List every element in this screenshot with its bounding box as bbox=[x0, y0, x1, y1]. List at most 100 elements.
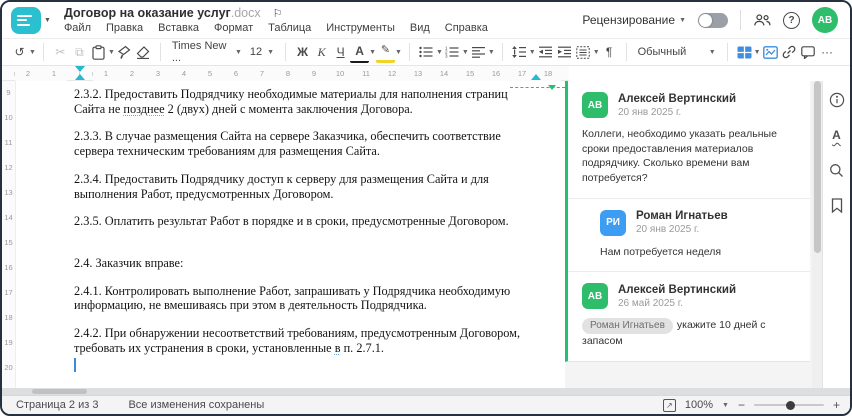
zoom-slider[interactable] bbox=[753, 400, 824, 410]
chevron-down-icon: ▼ bbox=[753, 48, 761, 56]
insert-table-button[interactable] bbox=[735, 42, 754, 63]
text-cursor bbox=[74, 358, 76, 372]
italic-button[interactable]: К bbox=[312, 42, 331, 63]
paragraph[interactable]: 2.4.2. При обнаружении несоответствий тр… bbox=[74, 326, 533, 355]
save-status: Все изменения сохранены bbox=[128, 399, 265, 411]
paragraph[interactable]: 2.3.4. Предоставить Подрядчику доступ к … bbox=[74, 172, 533, 201]
zoom-out-button[interactable]: − bbox=[738, 398, 745, 412]
info-icon[interactable] bbox=[828, 91, 846, 109]
decrease-indent-button[interactable] bbox=[536, 42, 555, 63]
ruler-number: 12 bbox=[379, 66, 405, 81]
increase-indent-button[interactable] bbox=[555, 42, 574, 63]
help-icon[interactable]: ? bbox=[783, 11, 800, 29]
ruler-number: 13 bbox=[4, 188, 13, 197]
menu-item[interactable]: Таблица bbox=[268, 22, 311, 34]
comment-item[interactable]: АВ Алексей Вертинский 26 май 2025 г. Ром… bbox=[568, 271, 810, 361]
ruler-number: 1 bbox=[41, 66, 67, 81]
font-size-select[interactable]: 12 ▼ bbox=[246, 42, 278, 63]
ruler-number: 10 bbox=[327, 66, 353, 81]
zoom-value[interactable]: 100% bbox=[685, 399, 713, 411]
comment-author: Алексей Вертинский bbox=[618, 92, 737, 105]
insert-comment-button[interactable] bbox=[799, 42, 818, 63]
header-left: Договор на оказание услуг .docx ⚐ Файл Пр… bbox=[64, 6, 488, 34]
flag-icon[interactable]: ⚐ bbox=[273, 7, 283, 20]
app-window: ▼ Договор на оказание услуг .docx ⚐ Файл… bbox=[0, 0, 852, 416]
ruler-number: 11 bbox=[353, 66, 379, 81]
menu-item[interactable]: Формат bbox=[214, 22, 253, 34]
right-indent-marker[interactable] bbox=[531, 74, 541, 80]
underline-button[interactable]: Ч bbox=[331, 42, 350, 63]
scrollbar-thumb[interactable] bbox=[813, 81, 821, 253]
mention-badge[interactable]: Роман Игнатьев bbox=[582, 318, 673, 335]
cut-button[interactable]: ✂ bbox=[51, 42, 70, 63]
font-color-button[interactable]: А bbox=[350, 42, 370, 63]
show-paragraph-marks-button[interactable]: ¶ bbox=[600, 42, 619, 63]
paragraph-style-select[interactable]: Обычный ▼ bbox=[634, 42, 720, 63]
menu-item[interactable]: Справка bbox=[445, 22, 488, 34]
document-page[interactable]: 2.3.2. Предоставить Подрядчику необходим… bbox=[16, 81, 565, 388]
collaboration-users-icon[interactable] bbox=[753, 11, 771, 29]
highlight-color-button[interactable]: ✎ bbox=[376, 42, 395, 63]
bookmark-icon[interactable] bbox=[828, 196, 846, 214]
clear-style-button[interactable] bbox=[134, 42, 153, 63]
comment-thread[interactable]: АВ Алексей Вертинский 20 янв 2025 г. Кол… bbox=[565, 81, 810, 363]
comments-scrollbar[interactable] bbox=[812, 81, 822, 388]
insert-link-button[interactable] bbox=[780, 42, 799, 63]
comment-date: 20 янв 2025 г. bbox=[636, 224, 700, 236]
paragraph[interactable]: 2.3.3. В случае размещения Сайта на серв… bbox=[74, 129, 533, 158]
paste-button[interactable] bbox=[89, 42, 108, 63]
paragraph-settings-button[interactable] bbox=[574, 42, 593, 63]
chevron-down-icon: ▼ bbox=[461, 48, 469, 56]
user-avatar[interactable]: АВ bbox=[812, 7, 838, 33]
search-icon[interactable] bbox=[828, 161, 846, 179]
chevron-down-icon: ▼ bbox=[44, 16, 51, 24]
horizontal-scrollbar[interactable] bbox=[2, 388, 850, 395]
ruler-number: 20 bbox=[4, 363, 13, 372]
format-painter-button[interactable] bbox=[115, 42, 134, 63]
spellcheck-icon[interactable]: А bbox=[828, 126, 846, 144]
first-line-indent-marker[interactable] bbox=[75, 66, 85, 72]
font-name-select[interactable]: Times New ... ▼ bbox=[168, 40, 246, 64]
review-toggle[interactable] bbox=[698, 12, 728, 28]
menu-item[interactable]: Правка bbox=[106, 22, 143, 34]
align-left-button[interactable] bbox=[469, 42, 488, 63]
menu-item[interactable]: Инструменты bbox=[326, 22, 395, 34]
comment-item[interactable]: АВ Алексей Вертинский 20 янв 2025 г. Кол… bbox=[568, 81, 810, 198]
menu-item[interactable]: Файл bbox=[64, 22, 91, 34]
menu-bar: Файл Правка Вставка Формат Таблица Инструмент… bbox=[64, 22, 488, 34]
paragraph-style-value: Обычный bbox=[637, 46, 687, 58]
ruler-number: 8 bbox=[275, 66, 301, 81]
line-spacing-button[interactable] bbox=[510, 42, 529, 63]
chevron-down-icon: ▼ bbox=[29, 48, 36, 56]
paragraph[interactable]: 2.3.5. Оплатить результат Работ в порядк… bbox=[74, 214, 533, 229]
more-tools-button[interactable]: ··· bbox=[818, 42, 837, 63]
vertical-ruler[interactable]: 9 10 11 12 13 14 15 16 17 18 19 20 bbox=[2, 81, 16, 388]
paragraph[interactable]: 2.4. Заказчик вправе: bbox=[74, 256, 533, 271]
zoom-slider-handle[interactable] bbox=[785, 400, 795, 410]
bullet-list-button[interactable] bbox=[417, 42, 436, 63]
svg-text:3: 3 bbox=[445, 54, 448, 58]
numbered-list-button[interactable]: 1 2 3 bbox=[443, 42, 462, 63]
paragraph[interactable]: 2.3.2. Предоставить Подрядчику необходим… bbox=[74, 87, 533, 116]
paragraph[interactable]: 2.4.1. Контролировать выполнение Работ, … bbox=[74, 284, 533, 313]
chevron-down-icon: ▼ bbox=[267, 48, 275, 56]
ruler-number: 14 bbox=[4, 213, 13, 222]
scrollbar-thumb[interactable] bbox=[32, 389, 87, 394]
comment-item[interactable]: РИ Роман Игнатьев 20 янв 2025 г. Нам пот… bbox=[568, 197, 810, 272]
right-sidebar: А bbox=[822, 81, 850, 388]
page-indicator[interactable]: Страница 2 из 3 bbox=[16, 399, 98, 411]
insert-image-button[interactable] bbox=[761, 42, 780, 63]
fit-page-icon[interactable]: ↗ bbox=[662, 398, 676, 412]
horizontal-ruler[interactable]: 21 1 2 3 4 5 6 7 8 9 10 11 12 13 14 15 16 17 18 bbox=[2, 66, 569, 81]
zoom-in-button[interactable]: + bbox=[833, 398, 840, 412]
hanging-indent-marker[interactable] bbox=[75, 74, 85, 80]
undo-button[interactable]: ↺ bbox=[10, 42, 29, 63]
ruler-number: 1 bbox=[93, 66, 119, 81]
bold-button[interactable]: Ж bbox=[293, 42, 312, 63]
app-menu-button[interactable]: ▼ bbox=[11, 6, 51, 34]
menu-item[interactable]: Вставка bbox=[158, 22, 199, 34]
menu-item[interactable]: Вид bbox=[410, 22, 430, 34]
font-size-value: 12 bbox=[249, 46, 263, 58]
review-mode-dropdown[interactable]: Рецензирование ▼ bbox=[582, 13, 686, 27]
copy-button[interactable]: ⧉ bbox=[70, 42, 89, 63]
